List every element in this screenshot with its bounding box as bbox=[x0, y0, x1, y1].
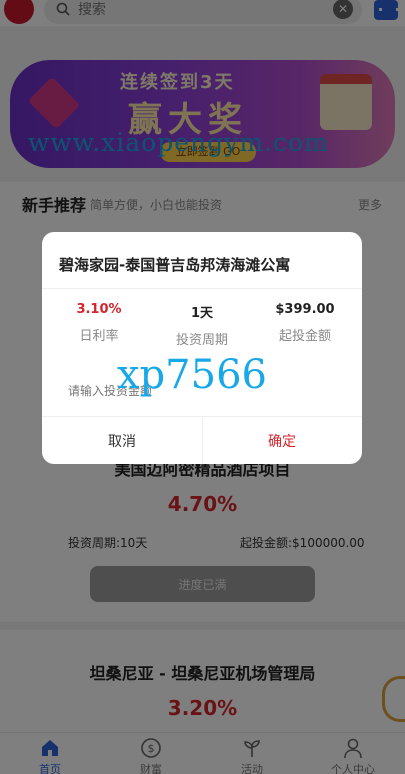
stat-value: 1天 bbox=[190, 306, 214, 321]
stat-min-amount: $399.00 起投金额 bbox=[252, 302, 358, 344]
stat-period: 1天 投资周期 bbox=[149, 302, 255, 348]
stat-value: $399.00 bbox=[275, 302, 335, 317]
invest-dialog: 碧海家园-泰国普吉岛邦涛海滩公寓 3.10% 日利率 1天 投资周期 $399.… bbox=[42, 232, 362, 464]
confirm-button[interactable]: 确定 bbox=[202, 417, 362, 464]
dialog-title: 碧海家园-泰国普吉岛邦涛海滩公寓 bbox=[59, 256, 291, 274]
stat-label: 投资周期 bbox=[175, 333, 228, 348]
watermark-text: xp7566 bbox=[117, 352, 267, 398]
stat-label: 日利率 bbox=[79, 329, 119, 344]
stat-daily-rate: 3.10% 日利率 bbox=[46, 302, 152, 344]
stat-value: 3.10% bbox=[76, 302, 122, 317]
divider bbox=[42, 288, 362, 289]
cancel-button[interactable]: 取消 bbox=[42, 417, 202, 464]
stat-label: 起投金额 bbox=[278, 329, 331, 344]
